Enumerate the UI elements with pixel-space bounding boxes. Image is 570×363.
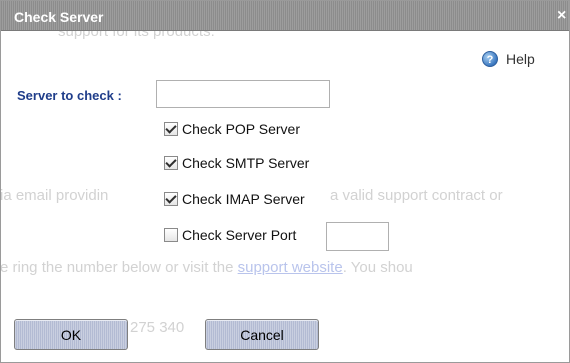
- dialog-title-bar[interactable]: Check Server ×: [1, 1, 569, 31]
- help-label: Help: [506, 51, 535, 67]
- check-pop-checkbox[interactable]: [164, 122, 178, 136]
- help-link[interactable]: ? Help: [482, 51, 535, 67]
- check-server-dialog: Check Server × ? Help Server to check : …: [0, 0, 570, 363]
- help-icon: ?: [482, 51, 498, 67]
- check-port-row[interactable]: Check Server Port: [164, 227, 296, 243]
- check-imap-checkbox[interactable]: [164, 192, 178, 206]
- cancel-button[interactable]: Cancel: [205, 319, 319, 350]
- check-imap-row[interactable]: Check IMAP Server: [164, 191, 305, 207]
- server-port-input[interactable]: [326, 222, 389, 251]
- check-pop-label[interactable]: Check POP Server: [182, 121, 300, 137]
- server-to-check-input[interactable]: [156, 80, 330, 108]
- check-smtp-row[interactable]: Check SMTP Server: [164, 155, 309, 171]
- check-smtp-label[interactable]: Check SMTP Server: [182, 155, 309, 171]
- server-to-check-label: Server to check :: [17, 88, 122, 103]
- check-imap-label[interactable]: Check IMAP Server: [182, 191, 305, 207]
- close-icon[interactable]: ×: [557, 7, 566, 25]
- check-port-checkbox[interactable]: [164, 228, 178, 242]
- check-port-label[interactable]: Check Server Port: [182, 227, 296, 243]
- check-pop-row[interactable]: Check POP Server: [164, 121, 300, 137]
- check-smtp-checkbox[interactable]: [164, 156, 178, 170]
- ok-button[interactable]: OK: [14, 319, 128, 350]
- dialog-title: Check Server: [14, 9, 104, 25]
